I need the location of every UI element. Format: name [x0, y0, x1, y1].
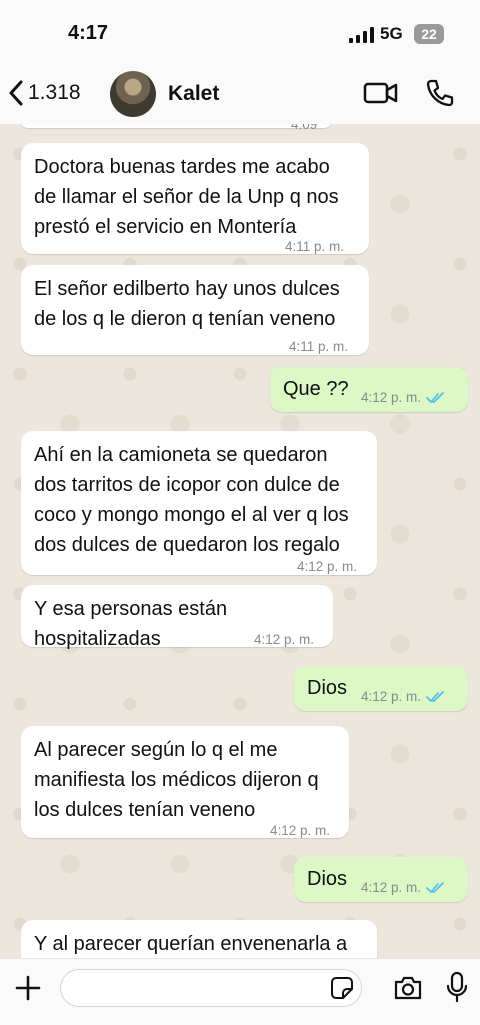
battery-icon: 22: [414, 24, 444, 44]
phone-call-icon[interactable]: [425, 78, 455, 108]
microphone-icon[interactable]: [446, 971, 468, 1003]
plus-icon[interactable]: [14, 974, 42, 1002]
message-bubble-incoming[interactable]: El señor edilberto hay unos dulces de lo…: [21, 265, 369, 355]
double-check-icon: [426, 882, 444, 894]
message-bubble-outgoing[interactable]: Dios 4:12 p. m.: [294, 666, 468, 711]
network-type: 5G: [380, 24, 403, 43]
chat-area[interactable]: 4:09 p. m. Doctora buenas tardes me acab…: [0, 124, 480, 958]
message-text: Dios: [307, 868, 348, 890]
status-bar: 4:17 5G 22: [0, 0, 480, 62]
message-bubble-outgoing[interactable]: Que ?? 4:12 p. m.: [270, 367, 468, 412]
unread-count: 1.318: [28, 81, 81, 104]
message-text: Dios: [307, 677, 348, 699]
avatar[interactable]: [110, 71, 156, 117]
message-timestamp: 4:11 p. m.: [289, 339, 349, 354]
message-composer: [0, 958, 480, 1025]
message-bubble-partial[interactable]: 4:09 p. m.: [21, 124, 331, 162]
message-timestamp: 4:12 p. m.: [297, 559, 358, 574]
message-bubble-incoming[interactable]: Ahí en la camioneta se quedaron dos tarr…: [21, 431, 377, 575]
sticker-icon[interactable]: [330, 976, 354, 1000]
status-time: 4:17: [68, 22, 109, 44]
back-button[interactable]: 1.318: [8, 76, 81, 110]
message-timestamp: 4:11 p. m.: [285, 239, 345, 254]
message-timestamp: 4:12 p. m.: [254, 632, 315, 647]
message-text: El señor edilberto hay unos dulces de lo…: [34, 278, 340, 330]
message-text: Y esa personas están hospitalizadas: [34, 598, 228, 650]
double-check-icon: [426, 691, 444, 703]
message-text: Doctora buenas tardes me acabo de llamar…: [34, 156, 339, 238]
chevron-left-icon: [9, 80, 23, 106]
message-meta: 4:12 p. m.: [361, 873, 446, 903]
message-timestamp: 4:12 p. m.: [270, 823, 331, 838]
message-bubble-incoming[interactable]: Y esa personas están hospitalizadas 4:12…: [21, 585, 333, 650]
message-text: Que ??: [283, 378, 349, 400]
message-text: Ahí en la camioneta se quedaron dos tarr…: [34, 444, 349, 556]
message-timestamp: 4:12 p. m.: [361, 390, 422, 405]
message-input[interactable]: [60, 969, 362, 1007]
message-timestamp: 4:12 p. m.: [361, 880, 422, 895]
message-bubble-outgoing[interactable]: Dios 4:12 p. m.: [294, 857, 468, 902]
camera-icon[interactable]: [393, 975, 423, 1001]
message-bubble-incoming[interactable]: Al parecer según lo q el me manifiesta l…: [21, 726, 349, 838]
message-text: Y al parecer querían envenenarla a usted: [34, 933, 348, 955]
message-meta: 4:12 p. m.: [361, 383, 446, 413]
video-call-icon[interactable]: [363, 78, 399, 108]
message-bubble-incoming[interactable]: Doctora buenas tardes me acabo de llamar…: [21, 143, 369, 254]
contact-name[interactable]: Kalet: [168, 82, 219, 106]
message-text: Al parecer según lo q el me manifiesta l…: [34, 739, 319, 821]
signal-icon: [349, 27, 374, 43]
message-timestamp: 4:12 p. m.: [361, 689, 422, 704]
message-meta: 4:12 p. m.: [361, 682, 446, 712]
message-bubble-incoming[interactable]: Y al parecer querían envenenarla a usted: [21, 920, 377, 958]
double-check-icon: [426, 392, 444, 404]
chat-header: 1.318 Kalet: [0, 62, 480, 125]
